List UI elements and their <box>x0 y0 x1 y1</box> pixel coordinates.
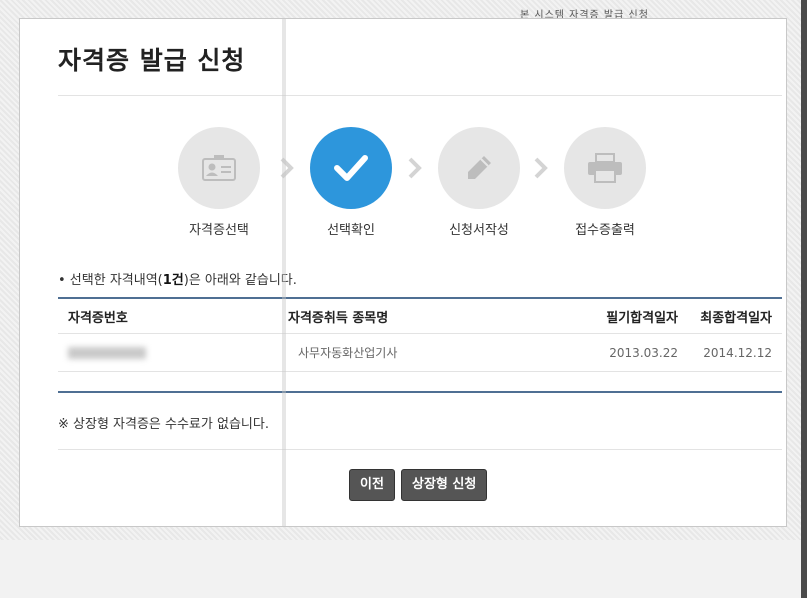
pencil-icon <box>468 156 491 179</box>
cell-cert-number <box>58 333 288 372</box>
step-select-certificate: 자격증선택 <box>164 127 274 238</box>
checkmark-icon <box>334 155 368 181</box>
step-circle <box>564 127 646 209</box>
header-cert-name: 자격증취득 종목명 <box>288 298 528 334</box>
notice-prefix: • 선택한 자격내역( <box>58 273 163 288</box>
step-write-application: 신청서작성 <box>424 127 534 238</box>
certificate-dialog: 자격증 발급 신청 자격증선택 선택확인 신청서작성 접수증출력 • 선택한 자… <box>19 18 787 527</box>
prev-button[interactable]: 이전 <box>349 469 395 501</box>
fee-divider <box>58 449 782 450</box>
overlay-divider <box>282 18 286 527</box>
step-label: 자격증선택 <box>189 223 249 238</box>
step-circle <box>438 127 520 209</box>
page-bottom-area <box>0 540 807 598</box>
step-circle <box>178 127 260 209</box>
cell-cert-name: 사무자동화산업기사 <box>288 333 528 372</box>
step-print-receipt: 접수증출력 <box>550 127 660 238</box>
printer-icon <box>588 153 622 183</box>
step-circle <box>310 127 392 209</box>
step-confirm-selection: 선택확인 <box>296 127 406 238</box>
selection-notice: • 선택한 자격내역(1건)은 아래와 같습니다. <box>58 269 297 288</box>
step-label: 선택확인 <box>327 223 375 238</box>
certificate-table: 자격증번호 자격증취득 종목명 필기합격일자 최종합격일자 사무자동화산업기사 … <box>58 297 782 372</box>
table-header-row: 자격증번호 자격증취득 종목명 필기합격일자 최종합격일자 <box>58 298 782 334</box>
id-card-icon <box>202 155 236 181</box>
chevron-right-icon <box>534 157 548 179</box>
header-final-date: 최종합격일자 <box>688 298 782 334</box>
page-title: 자격증 발급 신청 <box>58 46 246 75</box>
step-label: 접수증출력 <box>575 223 635 238</box>
table-bottom-border <box>58 391 782 393</box>
cell-final-date: 2014.12.12 <box>688 333 782 372</box>
chevron-right-icon <box>408 157 422 179</box>
title-divider <box>58 95 782 96</box>
notice-suffix: )은 아래와 같습니다. <box>183 273 297 288</box>
step-label: 신청서작성 <box>449 223 509 238</box>
header-cert-number: 자격증번호 <box>58 298 288 334</box>
window-edge <box>801 0 807 598</box>
apply-certificate-button[interactable]: 상장형 신청 <box>401 469 488 501</box>
redacted-cert-number <box>68 347 146 359</box>
header-written-date: 필기합격일자 <box>528 298 688 334</box>
cell-written-date: 2013.03.22 <box>528 333 688 372</box>
selection-count: 1건 <box>162 273 184 288</box>
table-row: 사무자동화산업기사 2013.03.22 2014.12.12 <box>58 333 782 372</box>
fee-notice: ※ 상장형 자격증은 수수료가 없습니다. <box>58 417 269 432</box>
